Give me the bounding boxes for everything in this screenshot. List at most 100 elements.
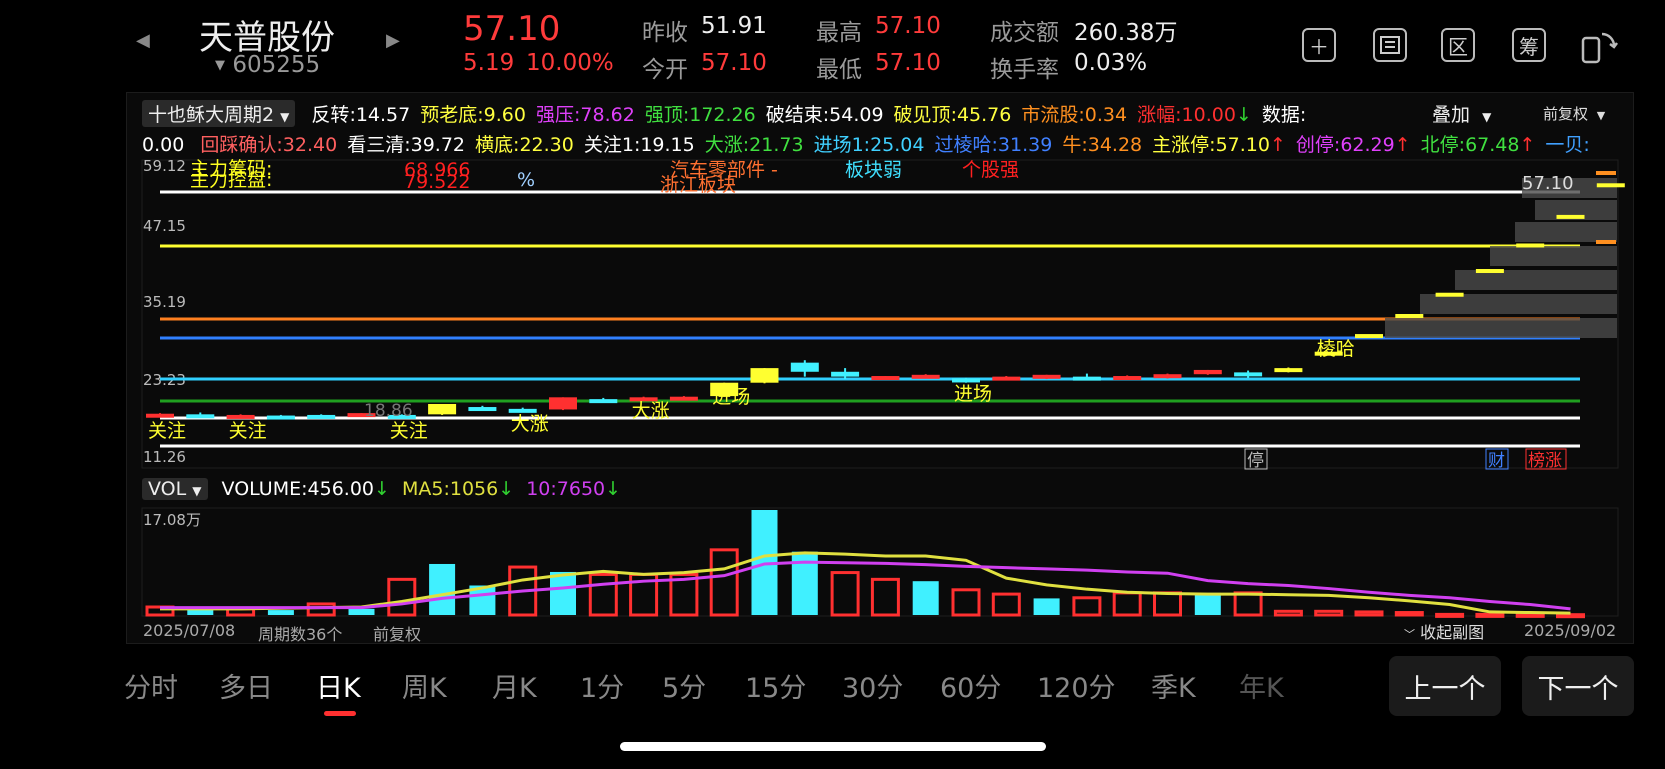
timeframe-tab[interactable]: 60分 bbox=[940, 666, 1001, 705]
candle-body[interactable] bbox=[992, 376, 1021, 381]
volume-bar[interactable] bbox=[709, 548, 739, 617]
ma10-value: 7650 bbox=[556, 478, 606, 500]
candlestick-chart[interactable]: 59.1247.1535.1923.2311.2657.1018.86主力筹码:… bbox=[0, 0, 1665, 769]
candle-body[interactable] bbox=[831, 371, 860, 377]
candle-body[interactable] bbox=[1113, 376, 1142, 381]
timeframe-tab[interactable]: 分时 bbox=[124, 666, 178, 705]
timeframe-tab[interactable]: 季K bbox=[1151, 666, 1196, 705]
candle-body[interactable] bbox=[669, 396, 698, 401]
candle-body[interactable] bbox=[428, 403, 457, 415]
volume-value: 456.00 bbox=[307, 478, 374, 500]
chart-annotation: 浙江板块 bbox=[660, 174, 736, 196]
period-count: 周期数36个 bbox=[258, 625, 343, 644]
volume-bar[interactable] bbox=[1033, 598, 1060, 615]
volume-bar[interactable] bbox=[1153, 591, 1182, 617]
footer-adjust-label: 前复权 bbox=[373, 625, 422, 644]
chart-annotation: 个股强 bbox=[962, 159, 1019, 181]
volume-bar[interactable] bbox=[870, 577, 900, 617]
timeframe-tab[interactable]: 1分 bbox=[580, 666, 624, 705]
volume-bar[interactable] bbox=[912, 581, 939, 615]
volume-bar[interactable] bbox=[1556, 613, 1585, 619]
volume-bar[interactable] bbox=[830, 571, 860, 617]
candle-body[interactable] bbox=[952, 378, 980, 383]
y-axis-label: 47.15 bbox=[143, 217, 186, 235]
ma5-label: MA5:1056↓ bbox=[401, 478, 515, 500]
candle-body[interactable] bbox=[146, 413, 174, 418]
candle-body[interactable] bbox=[1234, 372, 1263, 377]
volume-bar[interactable] bbox=[267, 610, 294, 615]
timeframe-tab[interactable]: 30分 bbox=[842, 666, 903, 705]
volume-bar[interactable] bbox=[1314, 609, 1344, 617]
timeframe-tab[interactable]: 120分 bbox=[1037, 666, 1116, 705]
candle-body[interactable] bbox=[1475, 269, 1504, 274]
candle-body[interactable] bbox=[1072, 376, 1101, 381]
candle-body[interactable] bbox=[1556, 214, 1585, 219]
candle-body[interactable] bbox=[266, 415, 295, 420]
timeframe-tab[interactable]: 周K bbox=[402, 666, 447, 705]
candle-body[interactable] bbox=[1274, 368, 1303, 373]
volume-bar[interactable] bbox=[1072, 596, 1102, 617]
home-indicator[interactable] bbox=[620, 742, 1046, 751]
timeframe-tab[interactable]: 15分 bbox=[745, 666, 806, 705]
volume-bar[interactable] bbox=[1273, 609, 1303, 617]
volume-bar[interactable] bbox=[1194, 592, 1221, 615]
volume-bar[interactable] bbox=[550, 571, 576, 615]
timeframe-tab[interactable]: 月K bbox=[492, 666, 537, 705]
ma10-label: 10:7650↓ bbox=[526, 478, 622, 500]
chip-marker bbox=[1596, 171, 1616, 175]
next-stock-button[interactable]: 下一个 bbox=[1522, 656, 1634, 716]
candle-body[interactable] bbox=[790, 362, 819, 372]
volume-bar[interactable] bbox=[1394, 611, 1424, 617]
volume-bar[interactable] bbox=[1435, 612, 1465, 618]
candle-body[interactable] bbox=[1355, 334, 1383, 339]
candle-body[interactable] bbox=[1435, 292, 1464, 297]
down-arrow-icon: ↓ bbox=[605, 478, 622, 500]
candle-body[interactable] bbox=[911, 374, 940, 379]
volume-bar[interactable] bbox=[588, 572, 618, 617]
ma5-label-text: MA5 bbox=[401, 478, 444, 500]
last-price-label: 57.10 bbox=[1522, 173, 1574, 194]
timeframe-tab[interactable]: 多日 bbox=[219, 666, 273, 705]
collapse-subchart-label: 收起副图 bbox=[1420, 623, 1485, 642]
chart-tag: 榜涨 bbox=[1528, 451, 1562, 471]
chart-tag: 停 bbox=[1247, 451, 1264, 471]
volume-bar[interactable] bbox=[429, 563, 456, 615]
volume-bar[interactable] bbox=[1515, 612, 1545, 618]
candle-body[interactable] bbox=[226, 414, 255, 419]
candle-body[interactable] bbox=[1193, 369, 1222, 375]
volume-bar[interactable] bbox=[1112, 591, 1142, 617]
timeframe-tab[interactable]: 5分 bbox=[662, 666, 706, 705]
chip-marker bbox=[1596, 240, 1616, 244]
candle-body[interactable] bbox=[1395, 314, 1424, 319]
volume-label-text: VOLUME bbox=[221, 478, 302, 500]
volume-dropdown[interactable]: VOL ▼ bbox=[142, 478, 208, 500]
timeframe-tab[interactable]: 日K bbox=[316, 666, 361, 705]
volume-bar[interactable] bbox=[991, 592, 1021, 617]
end-date: 2025/09/02 bbox=[1524, 621, 1617, 640]
chip-bar bbox=[1420, 294, 1617, 314]
timeframe-tab[interactable]: 年K bbox=[1239, 666, 1284, 705]
signal-label: 关注 bbox=[390, 420, 428, 442]
volume-bar[interactable] bbox=[1233, 591, 1263, 617]
candle-body[interactable] bbox=[1153, 374, 1182, 379]
volume-bar[interactable] bbox=[951, 588, 981, 617]
candle-body[interactable] bbox=[1596, 183, 1625, 188]
candle-body[interactable] bbox=[871, 376, 900, 381]
collapse-subchart-button[interactable]: ﹀ 收起副图 bbox=[1404, 619, 1484, 643]
volume-bar[interactable] bbox=[348, 608, 375, 615]
down-arrow-icon: ↓ bbox=[374, 478, 390, 500]
candle-body[interactable] bbox=[589, 399, 618, 404]
candle-body[interactable] bbox=[307, 414, 336, 419]
candle-body[interactable] bbox=[186, 414, 215, 419]
volume-bar[interactable] bbox=[1354, 610, 1384, 617]
volume-bar[interactable] bbox=[306, 602, 336, 617]
candle-body[interactable] bbox=[1032, 374, 1061, 379]
candle-body[interactable] bbox=[468, 407, 497, 412]
volume-max-label: 17.08万 bbox=[143, 511, 201, 529]
candle-body[interactable] bbox=[1516, 243, 1545, 248]
candle-body[interactable] bbox=[549, 397, 577, 410]
volume-bar[interactable] bbox=[387, 577, 417, 617]
candle-body[interactable] bbox=[750, 368, 779, 383]
prev-stock-button[interactable]: 上一个 bbox=[1389, 656, 1501, 716]
volume-bar[interactable] bbox=[1475, 612, 1505, 618]
